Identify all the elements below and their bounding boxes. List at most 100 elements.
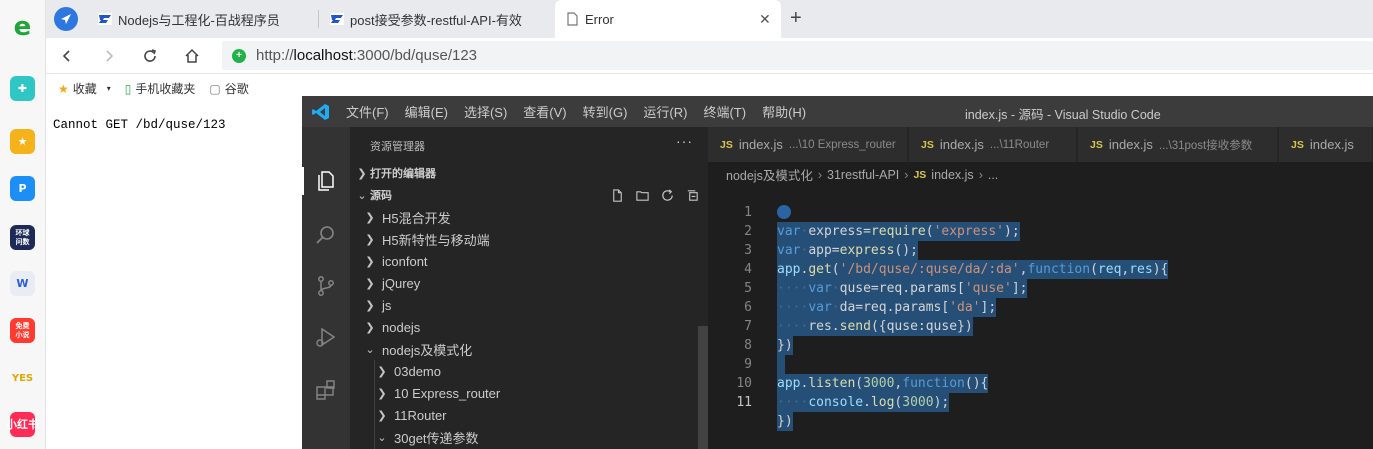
run-debug-icon[interactable]	[314, 325, 338, 349]
caret-down-icon[interactable]: ▾	[107, 84, 111, 93]
subfolder-item[interactable]: ❯ 10 Express_router	[350, 382, 708, 404]
code-line: 6 ····res.send({quse:quse})	[708, 279, 1373, 336]
collapse-all-icon[interactable]	[685, 188, 700, 203]
plus-app-icon[interactable]: ✚	[10, 76, 35, 101]
menu-help[interactable]: 帮助(H)	[762, 102, 806, 121]
folder-item-expanded[interactable]: ⌄ nodejs及模式化	[350, 338, 708, 360]
menu-file[interactable]: 文件(F)	[346, 102, 389, 121]
menu-terminal[interactable]: 终端(T)	[703, 102, 746, 121]
open-editors-section[interactable]: ❯ 打开的编辑器	[350, 162, 708, 184]
code-line: 1 var·express=require('express');	[708, 184, 1373, 241]
p-app-icon[interactable]: P	[10, 176, 35, 201]
folder-item[interactable]: ❯ iconfont	[350, 250, 708, 272]
code-line: 4 ····var·quse=req.params['quse'];	[708, 241, 1373, 298]
new-file-icon[interactable]	[610, 188, 625, 203]
back-button[interactable]	[55, 44, 79, 68]
folder-label: nodejs及模式化	[382, 342, 473, 358]
chevron-down-icon: ⌄	[365, 343, 375, 356]
menu-goto[interactable]: 转到(G)	[583, 102, 628, 121]
section-actions	[610, 184, 700, 206]
explorer-sidebar: 资源管理器 ··· ❯ 打开的编辑器 ⌄ 源码 ❯ H5混合开发 ❯ H5新特性…	[350, 127, 708, 449]
chevron-right-icon: ❯	[365, 321, 375, 334]
phone-icon: ▯	[124, 81, 132, 96]
explorer-files-icon[interactable]	[314, 169, 338, 193]
folder-item[interactable]: ❯ H5新特性与移动端	[350, 228, 708, 250]
sidebar-scrollbar[interactable]	[698, 326, 708, 449]
bookmark-label: 收藏	[72, 82, 97, 96]
bookmark-google[interactable]: ▢ 谷歌	[209, 80, 248, 97]
section-label: 打开的编辑器	[370, 168, 436, 180]
bookmark-label: 手机收藏夹	[135, 82, 196, 96]
breadcrumb-item[interactable]: nodejs及模式化	[726, 165, 813, 184]
tab-title: post接受参数-restful-API-有效	[350, 12, 522, 28]
folder-label: nodejs	[382, 319, 421, 335]
subfolder-item-expanded[interactable]: ⌄ 30get传递参数	[350, 426, 708, 448]
tab-error[interactable]: Error ✕	[555, 0, 781, 38]
new-folder-icon[interactable]	[635, 188, 650, 203]
more-actions-icon[interactable]: ···	[676, 133, 693, 149]
source-section[interactable]: ⌄ 源码	[350, 184, 708, 206]
bookmark-mobile[interactable]: ▯ 手机收藏夹	[125, 80, 196, 97]
menu-edit[interactable]: 编辑(E)	[405, 102, 448, 121]
explorer-title: 资源管理器	[370, 141, 425, 153]
new-tab-button[interactable]: +	[790, 7, 802, 30]
tab-filename: index.js	[939, 137, 984, 152]
refresh-icon[interactable]	[660, 188, 675, 203]
breadcrumb-item[interactable]: 31restful-API	[827, 168, 899, 182]
bookmark-favorites[interactable]: ★ 收藏 ▾	[58, 80, 111, 97]
address-bar[interactable]: + http://localhost:3000/bd/quse/123	[222, 41, 1373, 70]
reload-button[interactable]	[138, 44, 162, 68]
globe-app-icon[interactable]: 环球 问数	[10, 225, 35, 250]
code-line: 3 app.get('/bd/quse/:quse/da/:da',functi…	[708, 222, 1373, 279]
folder-item[interactable]: ❯ nodejs	[350, 316, 708, 338]
source-control-icon[interactable]	[314, 274, 338, 298]
editor-tab[interactable]: JS index.js ...\10 Express_router	[708, 127, 908, 162]
menu-run[interactable]: 运行(R)	[643, 102, 687, 121]
folder-item[interactable]: ❯ jQurey	[350, 272, 708, 294]
folder-label: js	[382, 297, 392, 313]
chevron-down-icon: ⌄	[357, 189, 367, 202]
breadcrumb-item[interactable]: index.js	[931, 168, 973, 182]
folder-label: jQurey	[382, 275, 421, 291]
tab-path: ...\10 Express_router	[788, 138, 896, 151]
novel-app-icon[interactable]: 免费 小说	[10, 318, 35, 343]
code-line: 9 app.listen(3000,function(){	[708, 336, 1373, 393]
browser-toolbar: + http://localhost:3000/bd/quse/123	[46, 38, 1373, 74]
menu-view[interactable]: 查看(V)	[523, 102, 566, 121]
w-doc-app-icon[interactable]: W	[10, 271, 35, 296]
chevron-right-icon: ❯	[365, 255, 375, 268]
home-button[interactable]	[180, 44, 204, 68]
browser-side-dock: e ✚ ★ P 环球 问数 W 免费 小说 YES 小红书	[0, 0, 46, 449]
extensions-icon[interactable]	[314, 378, 338, 402]
tab-filename: index.js	[1108, 137, 1153, 152]
subfolder-item[interactable]: ❯ 11Router	[350, 404, 708, 426]
forward-button[interactable]	[97, 44, 121, 68]
js-file-icon: JS	[1291, 138, 1304, 151]
code-line: 10 ····console.log(3000);	[708, 355, 1373, 412]
editor-tab[interactable]: JS index.js ...\31post接收参数	[1078, 127, 1278, 162]
compass-icon[interactable]	[54, 7, 78, 31]
edge-logo-icon[interactable]: e	[10, 14, 35, 40]
lightbulb-icon[interactable]	[777, 205, 791, 219]
menu-selection[interactable]: 选择(S)	[464, 102, 507, 121]
js-file-icon: JS	[1090, 138, 1103, 151]
tab-close-icon[interactable]: ✕	[759, 11, 771, 28]
folder-item[interactable]: ❯ js	[350, 294, 708, 316]
search-icon[interactable]	[314, 223, 338, 247]
section-label: 源码	[370, 190, 392, 202]
folder-item[interactable]: ❯ H5混合开发	[350, 206, 708, 228]
tab-post-params[interactable]: post接受参数-restful-API-有效	[320, 0, 524, 38]
vscode-window: 文件(F) 编辑(E) 选择(S) 查看(V) 转到(G) 运行(R) 终端(T…	[302, 96, 1373, 449]
yes-app-icon[interactable]: YES	[10, 366, 35, 391]
editor-tab[interactable]: JS index.js	[1279, 127, 1373, 162]
star-app-icon[interactable]: ★	[10, 129, 35, 154]
active-indicator	[302, 167, 304, 195]
breadcrumb-item[interactable]: ...	[988, 168, 998, 182]
tab-nodejs[interactable]: Nodejs与工程化-百战程序员	[88, 0, 312, 38]
subfolder-item[interactable]: ❯ 03demo	[350, 360, 708, 382]
page-favicon-icon	[567, 12, 578, 26]
editor-tab[interactable]: JS index.js ...\11Router	[909, 127, 1077, 162]
folder-label: H5混合开发	[382, 210, 451, 226]
xiaohongshu-app-icon[interactable]: 小红书	[6, 412, 39, 437]
tab-filename: index.js	[738, 137, 783, 152]
